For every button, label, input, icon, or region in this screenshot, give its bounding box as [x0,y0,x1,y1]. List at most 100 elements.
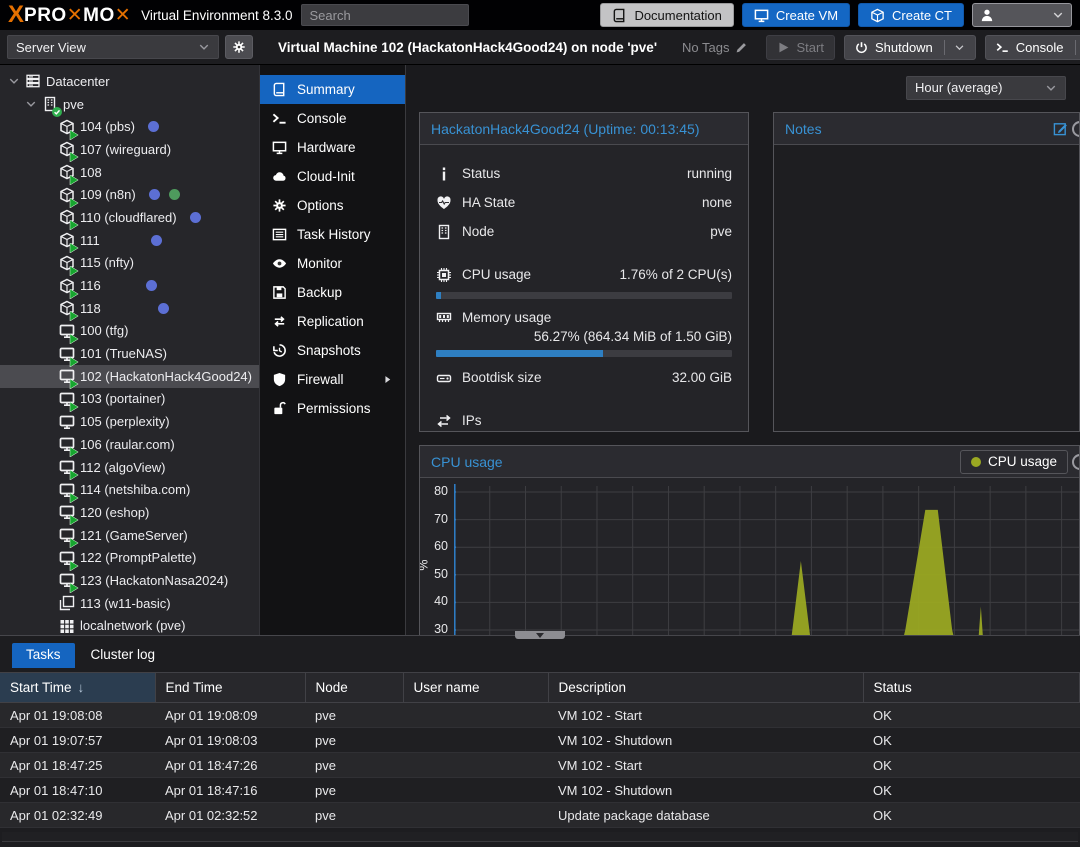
proxmox-logo[interactable]: X PRO✕MO✕ [8,4,131,27]
table-row[interactable]: Apr 01 18:47:10Apr 01 18:47:16pveVM 102 … [0,778,1080,803]
tree-item[interactable]: 106 (raular.com) [0,433,259,456]
running-badge-icon [69,218,79,228]
nav-item-replication[interactable]: Replication [260,307,405,336]
tree-item[interactable]: 104 (pbs) [0,115,259,138]
running-badge-icon [69,513,79,523]
console-button[interactable]: Console [985,35,1080,60]
edit-notes-icon[interactable] [1053,121,1068,136]
nav-item-monitor[interactable]: Monitor [260,249,405,278]
chevron-down-icon [198,41,210,53]
view-selector[interactable]: Server View [7,35,219,59]
column-header-user-name[interactable]: User name [403,673,548,703]
lxc-icon [59,255,75,271]
running-badge-icon [69,128,79,138]
heart-icon [436,195,452,211]
search-input[interactable] [301,4,469,26]
tab-cluster-log[interactable]: Cluster log [77,643,170,668]
memory-icon [436,309,452,325]
table-row[interactable]: Apr 01 19:07:57Apr 01 19:08:03pveVM 102 … [0,728,1080,753]
column-header-description[interactable]: Description [548,673,863,703]
tag-dot [169,189,180,200]
ips-row: IPs [436,406,732,432]
column-header-node[interactable]: Node [305,673,403,703]
chevron-down-icon[interactable] [25,98,37,110]
cpu-icon [436,267,452,283]
display-icon [272,140,287,155]
network-icon [59,618,75,634]
running-badge-icon [69,196,79,206]
view-settings-button[interactable] [225,35,253,59]
column-header-start-time[interactable]: Start Time↓ [0,673,155,703]
table-row[interactable]: Apr 01 18:47:25Apr 01 18:47:26pveVM 102 … [0,753,1080,778]
cpu-usage-chart-panel: CPU usage CPU usage 807060504030% [419,445,1080,635]
documentation-button[interactable]: Documentation [600,3,733,27]
table-row[interactable]: Apr 01 02:32:49Apr 01 02:32:52pveUpdate … [0,803,1080,828]
nav-item-console[interactable]: Console [260,104,405,133]
submenu-arrow-icon [382,374,393,385]
lxc-icon [59,187,75,203]
tree-item[interactable]: 100 (tfg) [0,320,259,343]
create-vm-button[interactable]: Create VM [742,3,850,27]
nav-item-cloud-init[interactable]: Cloud-Init [260,162,405,191]
cpu-usage-value: 1.76% of 2 CPU(s) [619,267,732,282]
shutdown-button[interactable]: Shutdown [844,35,976,60]
panel-splitter-handle[interactable] [515,631,565,639]
nav-item-summary[interactable]: Summary [260,75,405,104]
user-menu-dropdown[interactable] [972,3,1072,27]
nav-item-snapshots[interactable]: Snapshots [260,336,405,365]
tree-item[interactable]: 109 (n8n) [0,183,259,206]
start-button[interactable]: Start [766,35,835,60]
tags-editor[interactable]: No Tags [682,40,747,55]
chart-legend[interactable]: CPU usage [960,450,1068,474]
tag-dot [158,303,169,314]
nav-item-backup[interactable]: Backup [260,278,405,307]
running-badge-icon [69,355,79,365]
tree-item[interactable]: 123 (HackatonNasa2024) [0,569,259,592]
nav-item-permissions[interactable]: Permissions [260,394,405,423]
tree-item[interactable]: 114 (netshiba.com) [0,478,259,501]
tree-item[interactable]: 122 (PromptPalette) [0,546,259,569]
time-range-selector[interactable]: Hour (average) [906,76,1066,100]
notes-panel: Notes [773,112,1080,432]
tree-item[interactable]: 110 (cloudflared) [0,206,259,229]
running-badge-icon [69,264,79,274]
running-badge-icon [69,287,79,297]
tree-item[interactable]: 115 (nfty) [0,252,259,275]
tree-item[interactable]: 102 (HackatonHack4Good24) [0,365,259,388]
gear-icon [232,40,246,54]
create-ct-button[interactable]: Create CT [858,3,964,27]
chevron-down-icon[interactable] [8,75,20,87]
list-icon [272,227,287,242]
tree-item[interactable]: 112 (algoView) [0,456,259,479]
tree-item[interactable]: 105 (perplexity) [0,410,259,433]
tree-item[interactable]: 116 [0,274,259,297]
tree-item[interactable]: 108 [0,161,259,184]
table-row[interactable]: Apr 01 19:08:08Apr 01 19:08:09pveVM 102 … [0,703,1080,728]
tree-item[interactable]: 111 [0,229,259,252]
tree-item[interactable]: localnetwork (pve) [0,615,259,636]
notes-content[interactable] [774,145,1079,431]
nav-item-options[interactable]: Options [260,191,405,220]
tree-item[interactable]: 118 [0,297,259,320]
tree-item[interactable]: 101 (TrueNAS) [0,342,259,365]
tree-item[interactable]: 120 (eshop) [0,501,259,524]
nav-item-task-history[interactable]: Task History [260,220,405,249]
nav-item-firewall[interactable]: Firewall [260,365,405,394]
y-axis-label: % [419,559,431,570]
tab-tasks[interactable]: Tasks [12,643,75,668]
tasks-table: Start Time↓End TimeNodeUser nameDescript… [0,672,1080,828]
tree-item[interactable]: Datacenter [0,70,259,93]
tree-item[interactable]: 121 (GameServer) [0,524,259,547]
vm-icon [59,436,75,452]
tree-item[interactable]: 113 (w11-basic) [0,592,259,615]
tree-item[interactable]: pve [0,93,259,116]
vm-icon [59,414,75,430]
tree-item[interactable]: 107 (wireguard) [0,138,259,161]
sort-desc-icon: ↓ [78,680,85,695]
nav-item-hardware[interactable]: Hardware [260,133,405,162]
secondary-bar: Server View Virtual Machine 102 (Hackato… [0,30,1080,65]
column-header-status[interactable]: Status [863,673,1080,703]
column-header-end-time[interactable]: End Time [155,673,305,703]
running-badge-icon [69,173,79,183]
tree-item[interactable]: 103 (portainer) [0,388,259,411]
